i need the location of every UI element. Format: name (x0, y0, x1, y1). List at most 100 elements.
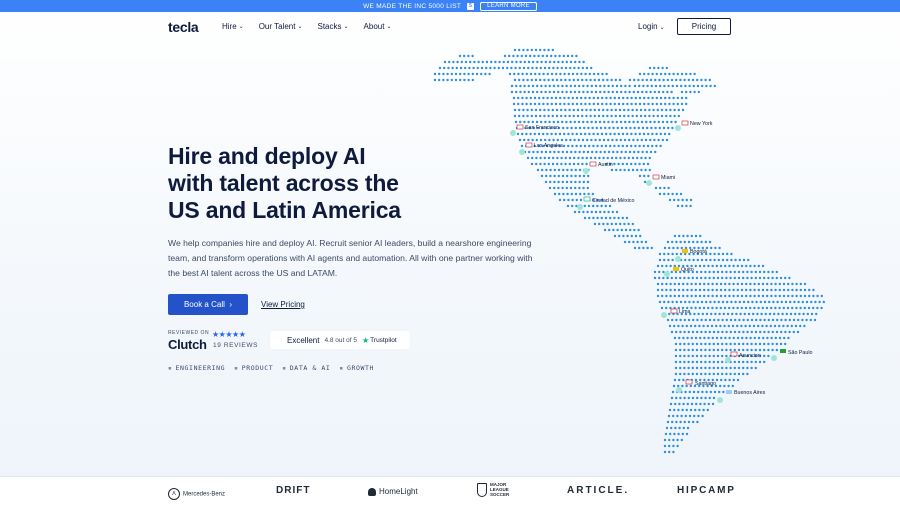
nav-item-hire[interactable]: Hire ⌄ (222, 22, 244, 31)
map-dot (634, 132, 637, 136)
map-dot (659, 144, 662, 148)
map-dot (681, 432, 684, 436)
map-dot (471, 78, 474, 82)
map-dot (652, 108, 655, 112)
map-dot (604, 216, 608, 220)
map-dot (574, 186, 577, 190)
map-dot (519, 120, 522, 124)
map-dot (658, 258, 662, 262)
map-dot (679, 396, 682, 400)
map-dot (715, 282, 718, 286)
map-dot (732, 288, 735, 292)
map-dot (677, 288, 681, 292)
map-dot (553, 60, 556, 64)
trustpilot-badge[interactable]: Excellent 4.8 out of 5 ★ Trustpilot (270, 331, 410, 349)
map-dot (743, 312, 746, 316)
map-dot (615, 138, 618, 142)
map-dot (559, 102, 562, 106)
map-dot (724, 294, 727, 298)
map-dot (668, 102, 671, 106)
map-dot (666, 240, 670, 244)
city-marker-miami[interactable]: Miami (646, 174, 675, 186)
map-dot (681, 204, 684, 208)
map-dot (510, 84, 514, 88)
city-marker-los-angeles[interactable]: Los Angeles (519, 142, 563, 155)
map-dot (596, 216, 599, 220)
map-dot (755, 318, 758, 322)
city-label: Bogotá (690, 249, 707, 255)
pricing-button[interactable]: Pricing (677, 18, 731, 35)
view-pricing-link[interactable]: View Pricing (261, 300, 305, 309)
map-dot (740, 282, 744, 286)
map-dot (522, 114, 525, 118)
map-dot (690, 288, 693, 292)
map-dot (623, 156, 626, 160)
map-dot (583, 192, 586, 196)
map-dot (696, 258, 699, 262)
map-dot (799, 288, 802, 292)
map-dot (506, 66, 509, 70)
trustpilot-rating-word: Excellent (287, 335, 320, 345)
map-dot (700, 360, 703, 364)
nav-item-our-talent[interactable]: Our Talent ⌄ (259, 22, 303, 31)
map-dot (691, 354, 694, 358)
map-dot (573, 90, 577, 94)
map-dot (683, 240, 686, 244)
login-menu[interactable]: Login ⌄ (638, 22, 665, 31)
map-dot (670, 120, 673, 124)
map-dot (543, 48, 546, 52)
city-marker-ciudad-de-mexico[interactable]: Ciudad de México (577, 196, 634, 210)
map-dot (732, 378, 735, 382)
map-dot (754, 366, 757, 370)
map-dot (703, 294, 706, 298)
map-dot (438, 66, 442, 70)
map-dot (607, 150, 611, 154)
map-dot (522, 48, 525, 52)
map-dot (784, 300, 788, 304)
learn-more-button[interactable]: LEARN MORE (480, 1, 537, 11)
nav-item-about[interactable]: About ⌄ (364, 22, 392, 31)
map-dot (569, 138, 572, 142)
map-dot (660, 108, 664, 112)
map-dot (533, 102, 537, 106)
map-dot (671, 252, 674, 256)
map-dot (708, 342, 711, 346)
map-dot (803, 306, 806, 310)
city-marker-quito[interactable]: Quito (664, 267, 694, 277)
map-dot (778, 288, 781, 292)
map-dot (742, 318, 745, 322)
map-dot (668, 312, 671, 316)
map-dot (774, 294, 777, 298)
tecla-logo[interactable]: tecla (168, 19, 199, 35)
map-dot (634, 96, 637, 100)
city-marker-lima[interactable]: Lima (661, 308, 691, 318)
map-dot (674, 426, 677, 430)
book-a-call-button[interactable]: Book a Call › (168, 294, 248, 315)
map-dot (753, 294, 756, 298)
map-dot (663, 246, 667, 250)
map-dot (518, 78, 521, 82)
city-marker-new-york[interactable]: New York (675, 120, 713, 131)
map-dot (696, 318, 699, 322)
map-dot (694, 234, 698, 238)
map-dot (551, 162, 555, 166)
map-dot (778, 306, 781, 310)
map-dot (608, 204, 612, 208)
map-dot (707, 402, 710, 406)
nav-item-stacks[interactable]: Stacks ⌄ (318, 22, 349, 31)
map-dot (647, 72, 650, 76)
map-dot (820, 306, 823, 310)
map-dot (667, 84, 670, 88)
map-dot (521, 132, 524, 136)
map-dot (590, 138, 593, 142)
map-dot (731, 324, 735, 328)
map-dot (569, 60, 573, 64)
city-label: São Paulo (788, 350, 812, 356)
map-dot (603, 228, 607, 232)
map-dot (805, 300, 809, 304)
map-dot (596, 132, 599, 136)
map-dot (606, 108, 609, 112)
map-dot (707, 294, 710, 298)
clutch-badge[interactable]: REVIEWED ON Clutch ★★★★★ 19 REVIEWS (168, 330, 257, 352)
map-dot (668, 408, 672, 412)
